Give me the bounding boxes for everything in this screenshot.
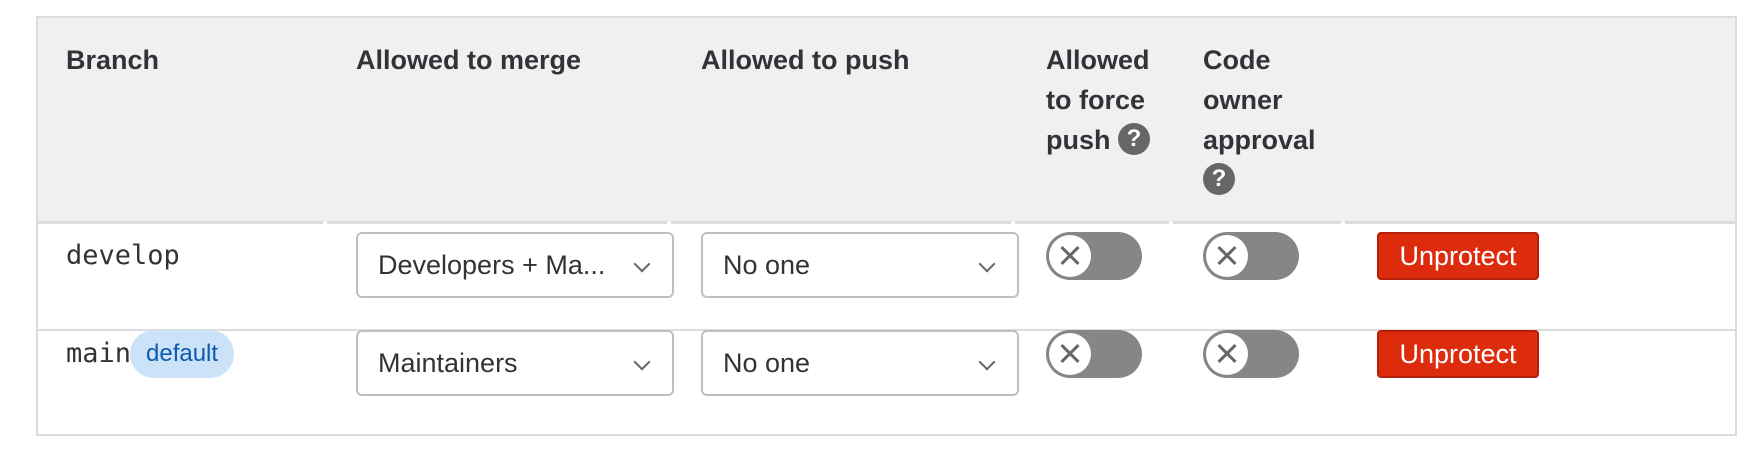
force-push-toggle[interactable]	[1046, 232, 1142, 280]
header-allowed-to-force-push: Allowed to force push ?	[1046, 45, 1151, 155]
header-branch: Branch	[66, 45, 160, 75]
selected-value: No one	[723, 250, 811, 280]
close-icon	[1049, 235, 1091, 277]
allowed-to-merge-select[interactable]: Maintainers	[356, 330, 674, 396]
header-divider	[38, 221, 323, 224]
selected-value: Developers + Ma...	[378, 250, 606, 280]
unprotect-button[interactable]: Unprotect	[1377, 232, 1539, 280]
code-owner-approval-toggle[interactable]	[1203, 330, 1299, 378]
header-code-owner-approval: Code owner approval ?	[1203, 40, 1333, 200]
header-divider	[1015, 221, 1169, 224]
chevron-down-icon	[633, 353, 651, 371]
close-icon	[1206, 333, 1248, 375]
chevron-down-icon	[978, 255, 996, 273]
close-icon	[1049, 333, 1091, 375]
chevron-down-icon	[978, 353, 996, 371]
question-circle-icon[interactable]: ?	[1203, 162, 1235, 195]
header-divider	[1173, 221, 1341, 224]
protected-branches-table: Branch Allowed to merge Allowed to push …	[36, 16, 1737, 436]
close-icon	[1206, 235, 1248, 277]
force-push-toggle[interactable]	[1046, 330, 1142, 378]
header-allowed-to-merge: Allowed to merge	[356, 45, 582, 75]
header-divider	[1345, 221, 1735, 224]
allowed-to-push-select[interactable]: No one	[701, 232, 1019, 298]
header-divider	[671, 221, 1011, 224]
code-owner-approval-toggle[interactable]	[1203, 232, 1299, 280]
default-badge: default	[130, 330, 235, 378]
allowed-to-push-select[interactable]: No one	[701, 330, 1019, 396]
header-allowed-to-push: Allowed to push	[701, 45, 910, 75]
selected-value: No one	[723, 348, 811, 378]
header-divider	[327, 221, 667, 224]
chevron-down-icon	[633, 255, 651, 273]
table-header: Branch Allowed to merge Allowed to push …	[38, 18, 1735, 222]
question-circle-icon[interactable]: ?	[1118, 122, 1151, 155]
allowed-to-merge-select[interactable]: Developers + Ma...	[356, 232, 674, 298]
branch-name: main	[66, 338, 132, 369]
branch-name: develop	[66, 240, 180, 271]
unprotect-button[interactable]: Unprotect	[1377, 330, 1539, 378]
selected-value: Maintainers	[378, 348, 518, 378]
